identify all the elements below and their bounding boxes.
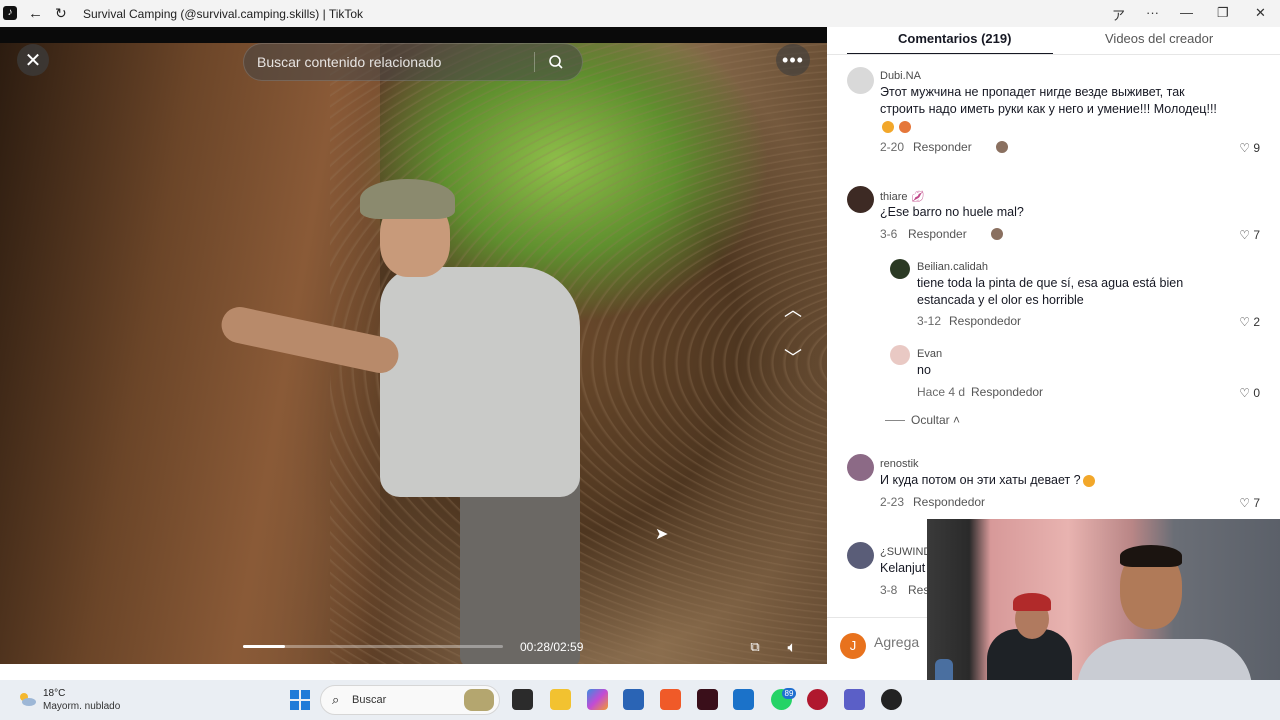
avatar[interactable]: [890, 259, 910, 279]
weather-description: Mayorm. nublado: [43, 701, 121, 712]
menu-dots-icon[interactable]: ···: [1146, 5, 1159, 20]
person-figure: [218, 179, 600, 664]
comment-text: Kelanjut: [880, 561, 926, 575]
taskbar-search-label: Buscar: [352, 694, 387, 706]
reply-button[interactable]: Responder: [908, 227, 967, 241]
add-comment-input[interactable]: [874, 628, 934, 656]
comment-text: tiene toda la pinta de que sí, esa agua …: [917, 276, 1184, 307]
reply-button[interactable]: Respondedor: [949, 314, 1021, 328]
like-button[interactable]: ♡ 9: [1239, 141, 1260, 155]
search-icon[interactable]: [535, 54, 577, 70]
like-button[interactable]: ♡ 2: [1239, 315, 1260, 329]
restore-icon[interactable]: ❐: [1217, 5, 1229, 21]
chevron-up-icon: ˄: [953, 413, 961, 427]
hide-replies-button[interactable]: Ocultar ˄: [885, 413, 960, 427]
comment-username[interactable]: thiare 💋︎: [880, 190, 925, 203]
comment-text: Этот мужчина не пропадет нигде везде выж…: [880, 84, 1225, 135]
hide-label: Ocultar: [911, 413, 950, 427]
current-user-avatar[interactable]: J: [840, 633, 866, 659]
store-icon[interactable]: [623, 689, 644, 710]
translate-icon[interactable]: ア: [1112, 5, 1125, 24]
teams-icon[interactable]: [844, 689, 865, 710]
browser-title-bar: ♪ ← ↻ Survival Camping (@survival.campin…: [0, 0, 1280, 27]
close-window-icon[interactable]: ✕: [1255, 5, 1266, 21]
avatar[interactable]: [847, 67, 874, 94]
comment-text: И куда потом он эти хаты девает ?: [880, 472, 1095, 489]
avatar[interactable]: [847, 542, 874, 569]
back-arrow-icon[interactable]: ←: [28, 5, 43, 22]
related-search-bar[interactable]: [243, 43, 583, 81]
comment-date: 2-20: [880, 140, 905, 154]
creator-liked-avatar: [995, 140, 1009, 154]
chrome-icon[interactable]: [881, 689, 902, 710]
picture-in-picture-icon[interactable]: ⧉: [745, 637, 765, 657]
weather-temperature: 18°C: [43, 688, 66, 699]
like-button[interactable]: ♡ 0: [1239, 386, 1260, 400]
mouse-cursor-icon: ➤: [655, 526, 669, 543]
video-timecode: 00:28/02:59: [520, 640, 584, 654]
comment-username[interactable]: Evan: [917, 348, 942, 360]
avatar[interactable]: [890, 345, 910, 365]
like-button[interactable]: ♡ 7: [1239, 228, 1260, 242]
minimize-icon[interactable]: —: [1180, 5, 1193, 20]
reply-button[interactable]: Respondedor: [971, 385, 1043, 399]
search-highlight-image: [464, 689, 494, 711]
start-windows-icon[interactable]: [290, 690, 310, 710]
task-view-icon[interactable]: [512, 689, 533, 710]
emoji-icon: [882, 120, 894, 133]
person-right-hair: [1120, 545, 1182, 567]
comment-username[interactable]: ¿SUWIND: [880, 546, 931, 558]
comment-text: no: [917, 363, 931, 377]
taskbar-search[interactable]: ⌕ Buscar: [320, 685, 500, 715]
search-icon: ⌕: [332, 692, 340, 707]
comment-username[interactable]: Beilian.calidah: [917, 261, 988, 273]
more-options-icon[interactable]: •••: [776, 44, 810, 76]
reply-button[interactable]: Responder: [913, 140, 972, 154]
reload-icon[interactable]: ↻: [55, 5, 67, 22]
related-search-input[interactable]: [244, 54, 534, 70]
previous-video-chevron-up-icon[interactable]: ︿: [780, 296, 806, 322]
comment-username[interactable]: Dubi.NA: [880, 70, 921, 82]
like-button[interactable]: ♡ 7: [1239, 496, 1260, 510]
copilot-icon[interactable]: [587, 689, 608, 710]
tab-divider: [827, 54, 1280, 55]
video-player[interactable]: [0, 27, 827, 664]
tab-creator-videos[interactable]: Videos del creador: [1105, 31, 1213, 46]
opera-icon[interactable]: [807, 689, 828, 710]
comment-username[interactable]: renostik: [880, 458, 919, 470]
divider-line: [885, 420, 905, 422]
panel-tabs: Comentarios (219) Videos del creador: [827, 27, 1280, 55]
window-title: Survival Camping (@survival.camping.skil…: [83, 7, 364, 21]
reply-button[interactable]: Respondedor: [913, 495, 985, 509]
comment-date: Hace 4 d: [917, 385, 966, 399]
emoji-icon: [1082, 474, 1095, 487]
file-explorer-icon[interactable]: [550, 689, 571, 710]
comment-date: 2-23: [880, 495, 905, 509]
brave-browser-icon[interactable]: [660, 689, 681, 710]
whatsapp-notification-badge: 89: [782, 688, 796, 699]
capcut-icon[interactable]: [697, 689, 718, 710]
tiktok-favicon-icon: ♪: [3, 6, 17, 20]
close-video-button[interactable]: ✕: [17, 44, 49, 76]
comment-text: ¿Ese barro no huele mal?: [880, 205, 1024, 219]
volume-icon[interactable]: 🔈︎: [781, 637, 803, 657]
cloudy-weather-icon[interactable]: [17, 691, 37, 707]
video-progress-bar[interactable]: [243, 645, 503, 648]
person-left-cap: [1013, 593, 1051, 611]
comment-date: 3-8: [880, 583, 898, 597]
comment-date: 3-6: [880, 227, 898, 241]
video-progress-fill: [243, 645, 285, 648]
avatar[interactable]: [847, 186, 874, 213]
outlook-icon[interactable]: [733, 689, 754, 710]
avatar[interactable]: [847, 454, 874, 481]
comment-date: 3-12: [917, 314, 942, 328]
tab-comments[interactable]: Comentarios (219): [898, 31, 1011, 46]
creator-liked-avatar: [990, 227, 1004, 241]
windows-taskbar: 18°C Mayorm. nublado ⌕ Buscar: [0, 680, 1280, 720]
next-video-chevron-down-icon[interactable]: ﹀: [780, 344, 806, 370]
emoji-icon: [899, 120, 912, 133]
